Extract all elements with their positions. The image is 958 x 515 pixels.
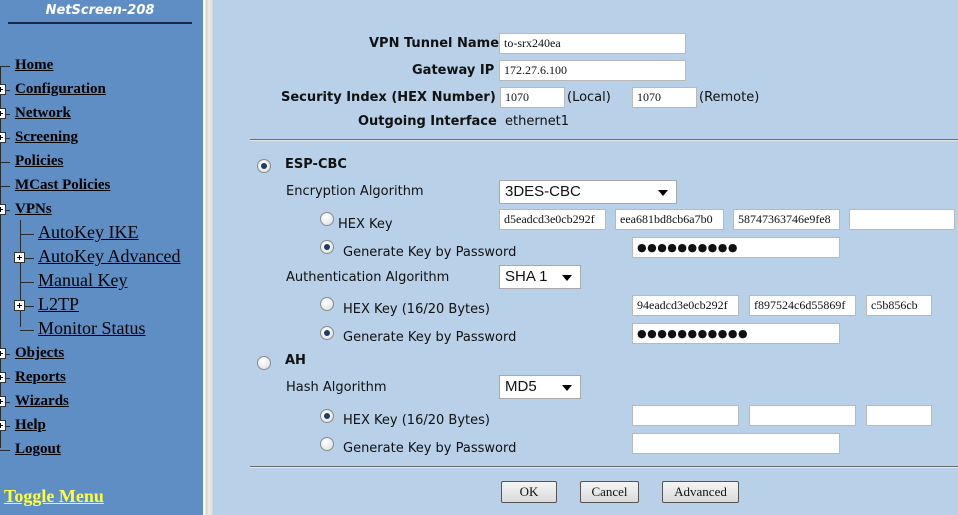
expand-plus-icon[interactable]	[14, 252, 25, 263]
gateway-ip-input[interactable]: 172.27.6.100	[499, 60, 686, 81]
tree-connector	[20, 282, 34, 283]
expand-plus-icon[interactable]	[0, 420, 6, 431]
sidebar: NetScreen-208 Home Configuration Network…	[0, 0, 203, 515]
spi-remote-input[interactable]: 1070	[632, 87, 697, 108]
hash-algorithm-value: MD5	[505, 378, 537, 395]
expand-plus-icon[interactable]	[0, 204, 6, 215]
auth-password-input[interactable]: ●●●●●●●●●●●	[632, 323, 840, 344]
cancel-button[interactable]: Cancel	[580, 481, 639, 503]
authentication-algorithm-value: SHA 1	[505, 268, 548, 285]
nav-monitor-status-link[interactable]: Monitor Status	[38, 318, 146, 339]
nav-reports-link[interactable]: Reports	[15, 369, 66, 386]
nav-autokey-advanced-link[interactable]: AutoKey Advanced	[38, 246, 180, 267]
nav-l2tp-link[interactable]: L2TP	[38, 294, 79, 315]
ah-hex-key-input-2[interactable]	[749, 405, 856, 426]
tree-connector	[20, 330, 34, 331]
spi-label: Security Index (HEX Number)	[281, 90, 496, 105]
nav-autokey-ike-link[interactable]: AutoKey IKE	[38, 222, 138, 243]
esp-cbc-label: ESP-CBC	[285, 157, 347, 172]
sidebar-divider[interactable]	[203, 0, 213, 515]
enc-hex-key-input-4[interactable]	[849, 209, 955, 230]
nav-home-link[interactable]: Home	[15, 57, 53, 74]
tunnel-name-input[interactable]: to-srx240ea	[499, 33, 686, 54]
ah-label: AH	[285, 353, 306, 368]
enc-hex-key-label: HEX Key	[338, 217, 393, 232]
advanced-button[interactable]: Advanced	[662, 481, 739, 503]
ah-password-input[interactable]	[632, 433, 840, 454]
enc-password-radio[interactable]	[320, 240, 334, 254]
expand-plus-icon[interactable]	[0, 84, 6, 95]
nav-vpns-link[interactable]: VPNs	[15, 201, 52, 218]
spi-local-label: (Local)	[567, 90, 611, 105]
nav-mcast-policies-link[interactable]: MCast Policies	[15, 177, 110, 194]
ah-radio[interactable]	[257, 356, 271, 370]
outgoing-interface-value: ethernet1	[505, 114, 570, 129]
nav-policies-link[interactable]: Policies	[15, 153, 63, 170]
ah-hex-key-label: HEX Key (16/20 Bytes)	[343, 413, 490, 428]
enc-password-label: Generate Key by Password	[343, 245, 517, 260]
expand-plus-icon[interactable]	[0, 372, 6, 383]
tree-connector	[20, 234, 34, 235]
auth-hex-key-radio[interactable]	[320, 297, 334, 311]
auth-hex-key-label: HEX Key (16/20 Bytes)	[343, 302, 490, 317]
nav-objects-link[interactable]: Objects	[15, 345, 64, 362]
spi-remote-label: (Remote)	[699, 90, 760, 105]
tree-connector	[0, 450, 10, 451]
authentication-algorithm-select[interactable]: SHA 1	[499, 265, 581, 289]
auth-hex-key-input-1[interactable]: 94eadcd3e0cb292f	[632, 295, 739, 316]
tunnel-name-label: VPN Tunnel Name	[369, 36, 500, 51]
nav-configuration-link[interactable]: Configuration	[15, 81, 106, 98]
esp-cbc-radio[interactable]	[257, 159, 271, 173]
nav-screening-link[interactable]: Screening	[15, 129, 78, 146]
enc-hex-key-input-2[interactable]: eea681bd8cb6a7b0	[615, 209, 724, 230]
nav-manual-key-link[interactable]: Manual Key	[38, 270, 127, 291]
ah-hex-key-input-3[interactable]	[866, 405, 932, 426]
device-name: NetScreen-208	[8, 0, 192, 24]
expand-plus-icon[interactable]	[0, 396, 6, 407]
hash-algorithm-select[interactable]: MD5	[499, 375, 581, 399]
nav-network-link[interactable]: Network	[15, 105, 71, 122]
auth-password-label: Generate Key by Password	[343, 330, 517, 345]
hash-algorithm-label: Hash Algorithm	[286, 380, 387, 395]
enc-hex-key-input-1[interactable]: d5eadcd3e0cb292f	[499, 209, 606, 230]
authentication-algorithm-label: Authentication Algorithm	[286, 270, 450, 285]
encryption-algorithm-label: Encryption Algorithm	[286, 184, 424, 199]
dropdown-arrow-icon	[658, 190, 668, 196]
divider	[250, 466, 958, 468]
ah-hex-key-input-1[interactable]	[632, 405, 739, 426]
dropdown-arrow-icon	[562, 275, 572, 281]
toggle-menu-link[interactable]: Toggle Menu	[4, 486, 104, 507]
divider	[250, 139, 958, 141]
tree-connector	[0, 66, 10, 67]
tree-line	[0, 66, 1, 448]
ah-password-label: Generate Key by Password	[343, 441, 517, 456]
expand-plus-icon[interactable]	[0, 108, 6, 119]
nav-logout-link[interactable]: Logout	[15, 441, 61, 458]
auth-password-radio[interactable]	[320, 326, 334, 340]
spi-local-input[interactable]: 1070	[500, 87, 565, 108]
enc-hex-key-input-3[interactable]: 58747363746e9fe8	[733, 209, 840, 230]
outgoing-interface-label: Outgoing Interface	[358, 114, 497, 129]
nav-help-link[interactable]: Help	[15, 417, 46, 434]
ah-hex-key-radio[interactable]	[320, 409, 334, 423]
nav-wizards-link[interactable]: Wizards	[15, 393, 69, 410]
dropdown-arrow-icon	[562, 385, 572, 391]
tree-connector	[0, 186, 10, 187]
enc-hex-key-radio[interactable]	[320, 212, 334, 226]
enc-password-input[interactable]: ●●●●●●●●●●	[632, 237, 840, 258]
auth-hex-key-input-2[interactable]: f897524c6d55869f	[749, 295, 856, 316]
encryption-algorithm-select[interactable]: 3DES-CBC	[499, 180, 677, 204]
expand-plus-icon[interactable]	[14, 300, 25, 311]
auth-hex-key-input-3[interactable]: c5b856cb	[866, 295, 932, 316]
gateway-ip-label: Gateway IP	[412, 63, 495, 78]
encryption-algorithm-value: 3DES-CBC	[505, 183, 581, 200]
expand-plus-icon[interactable]	[0, 348, 6, 359]
expand-plus-icon[interactable]	[0, 132, 6, 143]
ok-button[interactable]: OK	[501, 481, 557, 503]
ah-password-radio[interactable]	[320, 437, 334, 451]
tree-connector	[0, 162, 10, 163]
